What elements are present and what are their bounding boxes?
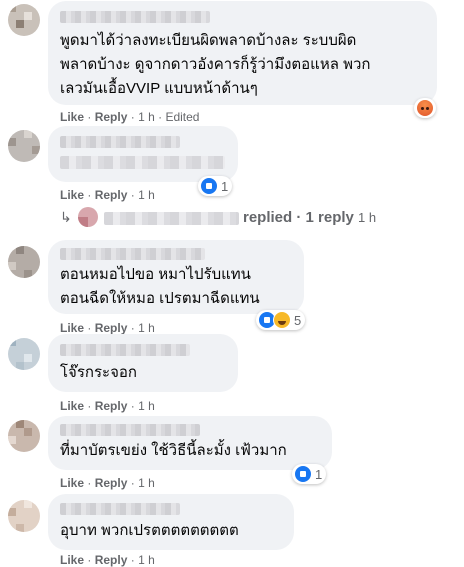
separator: ·: [87, 476, 92, 490]
haha-icon: [273, 311, 291, 329]
reaction-summary[interactable]: 5: [256, 310, 306, 330]
avatar[interactable]: [8, 130, 40, 162]
timestamp[interactable]: 1 h: [138, 110, 155, 124]
comment-actions: Like · Reply · 1 h: [60, 321, 155, 335]
separator: ·: [87, 553, 92, 567]
timestamp[interactable]: 1 h: [138, 321, 155, 335]
author-name[interactable]: [60, 424, 200, 436]
reaction-count: 1: [221, 178, 229, 194]
comment-actions: Like · Reply · 1 h: [60, 553, 155, 567]
like-button[interactable]: Like: [60, 399, 84, 413]
avatar[interactable]: [8, 420, 40, 452]
reply-summary-text: replied · 1 reply: [243, 209, 354, 226]
reply-button[interactable]: Reply: [95, 321, 128, 335]
view-replies-link[interactable]: ↳ replied · 1 reply 1 h: [60, 207, 460, 229]
reply-count-label[interactable]: replied · 1 reply 1 h: [243, 209, 376, 226]
avatar[interactable]: [8, 4, 40, 36]
blurred-text: [104, 212, 239, 225]
comment-text-line: พลาดบ้างะ ดูจากดาวอังคารก็รู้ว่ามึงตอแหล…: [60, 56, 371, 73]
reaction-summary[interactable]: [414, 98, 436, 118]
reply-time: 1 h: [358, 210, 377, 225]
separator: ·: [130, 399, 135, 413]
author-name[interactable]: [60, 344, 190, 356]
like-button[interactable]: Like: [60, 476, 84, 490]
timestamp[interactable]: 1 h: [138, 188, 155, 202]
reply-button[interactable]: Reply: [95, 188, 128, 202]
like-button[interactable]: Like: [60, 321, 84, 335]
comment-text-line: พูดมาได้ว่าลงทะเบียนผิดพลาดบ้างละ ระบบผิ…: [60, 32, 357, 49]
avatar[interactable]: [8, 338, 40, 370]
reply-arrow-icon: ↳: [60, 209, 72, 225]
separator: ·: [87, 188, 92, 202]
reaction-count: 5: [294, 312, 302, 328]
timestamp[interactable]: 1 h: [138, 553, 155, 567]
comment-text-line: โจ๊รกระจอก: [60, 364, 137, 381]
like-button[interactable]: Like: [60, 110, 84, 124]
comment-bubble: ตอนหมอไปขอ หมาไปรับแทน ตอนฉีดให้หมอ เปรต…: [48, 240, 304, 314]
avatar: [78, 207, 98, 227]
reply-button[interactable]: Reply: [95, 110, 128, 124]
avatar[interactable]: [8, 246, 40, 278]
separator: ·: [158, 110, 163, 124]
comment-actions: Like · Reply · 1 h · Edited: [60, 110, 199, 124]
comment-text-line: ตอนฉีดให้หมอ เปรตมาฉีดแทน: [60, 290, 260, 307]
separator: ·: [87, 399, 92, 413]
angry-icon: [416, 99, 434, 117]
comment-text-line: ที่มาบัตรเขย่ง ใช้วิธีนี้ละมั้ง เฟ้วมาก: [60, 442, 287, 459]
reaction-summary[interactable]: 1: [292, 464, 327, 484]
author-name[interactable]: [60, 136, 180, 148]
reply-button[interactable]: Reply: [95, 399, 128, 413]
reply-button[interactable]: Reply: [95, 476, 128, 490]
comment-bubble: อุบาท พวกเปรตตตตตตตตต: [48, 494, 294, 550]
comment-actions: Like · Reply · 1 h: [60, 476, 155, 490]
author-name[interactable]: [60, 11, 210, 23]
like-icon: [200, 177, 218, 195]
comment-bubble: ที่มาบัตรเขย่ง ใช้วิธีนี้ละมั้ง เฟ้วมาก: [48, 416, 332, 470]
like-icon: [294, 465, 312, 483]
separator: ·: [130, 110, 135, 124]
reaction-summary[interactable]: 1: [198, 176, 233, 196]
comment-actions: Like · Reply · 1 h: [60, 188, 155, 202]
separator: ·: [87, 321, 92, 335]
comment-text-line: เลวมันเอื้อVVIP แบบหน้าด้านๆ: [60, 80, 258, 97]
separator: ·: [130, 321, 135, 335]
separator: ·: [130, 553, 135, 567]
comment-text-line: ตอนหมอไปขอ หมาไปรับแทน: [60, 266, 251, 283]
avatar[interactable]: [8, 500, 40, 532]
edited-label: Edited: [165, 110, 200, 124]
separator: ·: [130, 476, 135, 490]
timestamp[interactable]: 1 h: [138, 399, 155, 413]
separator: ·: [130, 188, 135, 202]
like-button[interactable]: Like: [60, 188, 84, 202]
reaction-count: 1: [315, 466, 323, 482]
like-button[interactable]: Like: [60, 553, 84, 567]
separator: ·: [87, 110, 92, 124]
blurred-text: [60, 156, 225, 169]
comment-text-line: อุบาท พวกเปรตตตตตตตตต: [60, 522, 239, 539]
author-name[interactable]: [60, 248, 205, 260]
comment-bubble: โจ๊รกระจอก: [48, 334, 238, 392]
comment-bubble: พูดมาได้ว่าลงทะเบียนผิดพลาดบ้างละ ระบบผิ…: [48, 1, 437, 105]
reply-button[interactable]: Reply: [95, 553, 128, 567]
timestamp[interactable]: 1 h: [138, 476, 155, 490]
comment-actions: Like · Reply · 1 h: [60, 399, 155, 413]
comment-bubble: [48, 126, 238, 182]
author-name[interactable]: [60, 503, 180, 515]
